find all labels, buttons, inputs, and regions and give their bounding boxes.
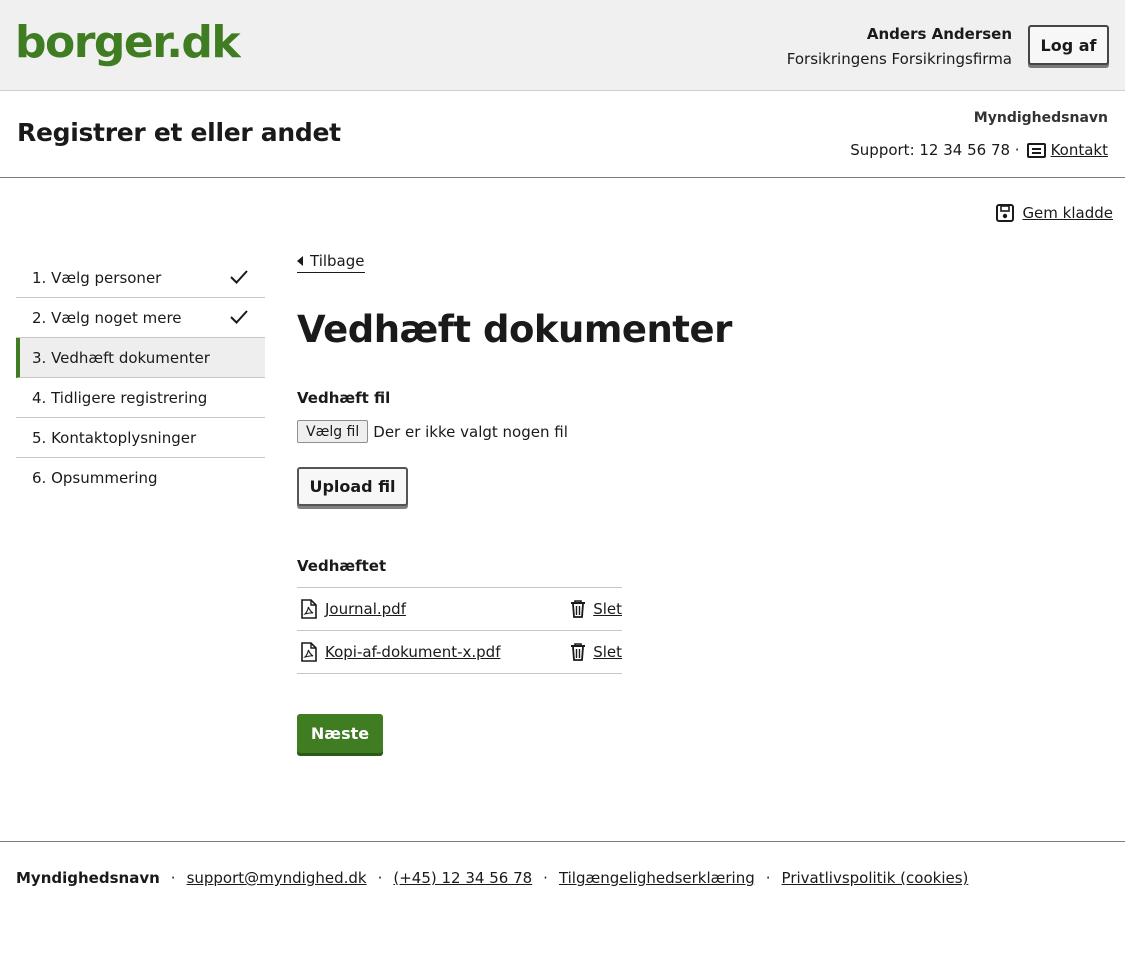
contact-link[interactable]: Kontakt — [1051, 141, 1108, 159]
step-item-5[interactable]: 5. Kontaktoplysninger — [16, 418, 265, 458]
attached-file-link[interactable]: Kopi-af-dokument-x.pdf — [325, 643, 500, 661]
attach-file-label: Vedhæft fil — [297, 389, 391, 407]
authority-name: Myndighedsnavn — [973, 110, 1108, 126]
back-link-label: Tilbage — [310, 252, 365, 270]
user-info: Anders Andersen Forsikringens Forsikring… — [787, 24, 1012, 69]
footer-separator: · — [543, 869, 548, 887]
delete-button[interactable]: Slet — [570, 643, 622, 661]
application-title: Registrer et eller andet — [17, 118, 341, 147]
footer-privacy-link[interactable]: Privatlivspolitik (cookies) — [782, 869, 969, 887]
message-icon — [1026, 142, 1046, 158]
site-footer: Myndighedsnavn · support@myndighed.dk · … — [0, 841, 1125, 961]
footer-separator: · — [765, 869, 771, 887]
step-label: 6. Opsummering — [32, 469, 158, 487]
attached-file-link[interactable]: Journal.pdf — [325, 600, 406, 618]
step-item-6[interactable]: 6. Opsummering — [16, 458, 265, 498]
step-label: 3. Vedhæft dokumenter — [32, 348, 210, 367]
support-phone-text: Support: 12 34 56 78 · — [850, 141, 1020, 159]
step-label: 1. Vælg personer — [32, 268, 162, 287]
support-line: Support: 12 34 56 78 · Kontakt — [850, 141, 1108, 159]
pdf-file-icon — [301, 599, 317, 619]
trash-icon — [571, 643, 586, 661]
choose-file-button[interactable]: Vælg fil — [297, 420, 369, 443]
step-item-2[interactable]: 2. Vælg noget mere — [16, 298, 265, 338]
footer-phone-link[interactable]: (+45) 12 34 56 78 — [393, 869, 532, 887]
save-draft-link[interactable]: Gem kladde — [1022, 204, 1113, 222]
application-header: Registrer et eller andet Myndighedsnavn … — [0, 91, 1125, 178]
back-link[interactable]: Tilbage — [297, 252, 365, 273]
checkmark-icon — [230, 270, 248, 284]
footer-links: Myndighedsnavn · support@myndighed.dk · … — [16, 869, 968, 887]
checkmark-icon — [230, 310, 248, 324]
step-label: 5. Kontaktoplysninger — [32, 428, 197, 447]
step-label: 4. Tidligere registrering — [32, 388, 208, 407]
file-input[interactable]: Vælg fil Der er ikke valgt nogen fil — [297, 420, 568, 443]
site-header: borger.dk Anders Andersen Forsikringens … — [0, 0, 1125, 91]
step-label: 2. Vælg noget mere — [32, 308, 182, 327]
trash-icon — [571, 600, 586, 618]
step-item-1[interactable]: 1. Vælg personer — [16, 258, 265, 298]
caret-left-icon — [297, 256, 303, 266]
step-item-3[interactable]: 3. Vedhæft dokumenter — [16, 338, 265, 378]
delete-button[interactable]: Slet — [570, 600, 622, 618]
borger-dk-logo[interactable]: borger.dk — [15, 14, 241, 72]
upload-file-button[interactable]: Upload fil — [297, 467, 408, 506]
footer-authority-name: Myndighedsnavn — [16, 869, 160, 887]
user-name: Anders Andersen — [866, 25, 1012, 43]
user-organization: Forsikringens Forsikringsfirma — [786, 50, 1012, 68]
footer-accessibility-link[interactable]: Tilgængelighedserklæring — [559, 869, 755, 887]
save-draft[interactable]: Gem kladde — [996, 204, 1113, 222]
list-item: Kopi-af-dokument-x.pdf Slet — [297, 631, 622, 674]
step-item-4[interactable]: 4. Tidligere registrering — [16, 378, 265, 418]
delete-label[interactable]: Slet — [593, 643, 622, 661]
footer-email-link[interactable]: support@myndighed.dk — [187, 869, 367, 887]
next-button[interactable]: Næste — [297, 714, 383, 753]
list-item: Journal.pdf Slet — [297, 588, 622, 631]
step-navigation: 1. Vælg personer 2. Vælg noget mere 3. V… — [16, 258, 265, 498]
no-file-selected-text: Der er ikke valgt nogen fil — [373, 422, 568, 441]
page-title: Vedhæft dokumenter — [297, 308, 732, 351]
footer-separator: · — [377, 869, 383, 887]
footer-separator: · — [170, 869, 176, 887]
floppy-disk-icon — [996, 204, 1015, 222]
delete-label[interactable]: Slet — [593, 600, 622, 618]
pdf-file-icon — [301, 642, 317, 662]
attached-heading: Vedhæftet — [297, 557, 387, 575]
attached-files-list: Journal.pdf Slet Kopi-af-dokument-x.pdf — [297, 587, 622, 674]
logout-button[interactable]: Log af — [1028, 25, 1109, 65]
